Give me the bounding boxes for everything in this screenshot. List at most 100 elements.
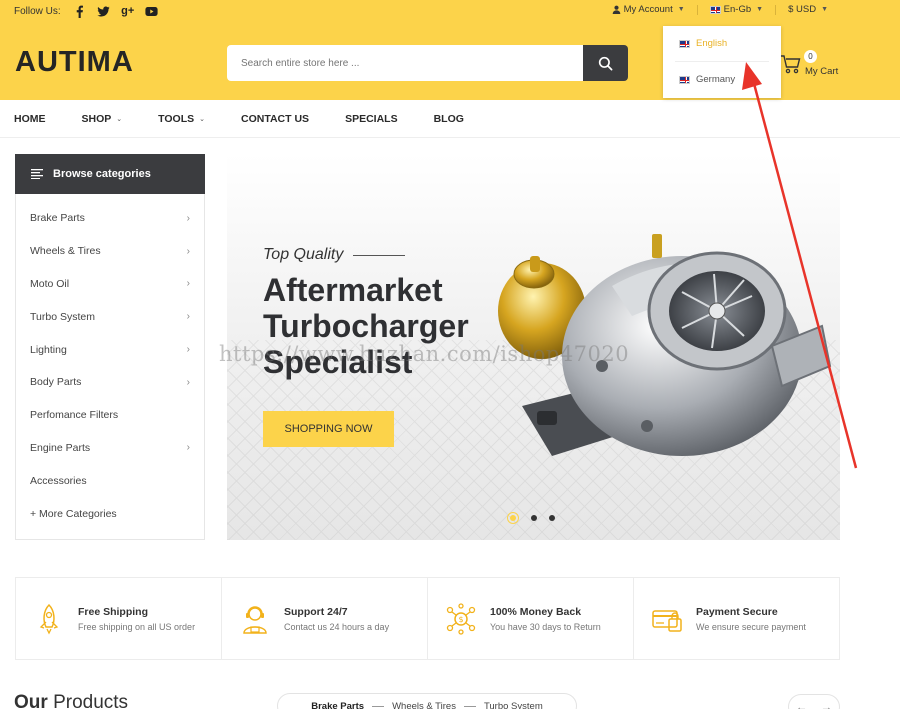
language-option-germany[interactable]: Germany	[679, 74, 735, 85]
top-bar: Follow Us: g+ My Account ▼ En-Gb ▼ $ USD…	[0, 0, 900, 22]
divider	[675, 61, 769, 62]
twitter-icon[interactable]	[97, 4, 111, 18]
search-icon	[598, 56, 613, 70]
cart-label: My Cart	[805, 66, 839, 77]
feature-item: Payment Secure We ensure secure payment	[634, 578, 839, 659]
language-option-english[interactable]: English	[679, 38, 727, 49]
chevron-down-icon: ⌄	[116, 115, 123, 123]
site-logo[interactable]: AUTIMA	[15, 46, 134, 79]
top-bar-right: My Account ▼ En-Gb ▼ $ USD ▼	[600, 4, 840, 15]
uk-flag-icon	[679, 39, 690, 48]
category-item[interactable]: Wheels & Tires ›	[16, 235, 204, 268]
category-item[interactable]: Lighting ›	[16, 333, 204, 366]
section-title-part: Products	[53, 692, 129, 709]
language-option-label: Germany	[696, 74, 736, 85]
feature-title: Free Shipping	[78, 605, 149, 618]
youtube-icon[interactable]	[145, 4, 159, 18]
tab-wheels-tires[interactable]: Wheels & Tires	[392, 701, 456, 709]
nav-item-blog[interactable]: BLOG	[434, 113, 464, 125]
category-label: Engine Parts	[30, 441, 91, 454]
feature-title: Payment Secure	[696, 605, 778, 618]
chevron-down-icon: ▼	[677, 6, 685, 13]
more-categories-link[interactable]: + More Categories	[16, 497, 204, 530]
feature-title: 100% Money Back	[490, 605, 582, 618]
mini-cart[interactable]: 0 My Cart	[780, 50, 850, 80]
arrow-left-icon[interactable]: ←	[796, 700, 808, 709]
chevron-right-icon: ›	[186, 278, 190, 290]
cart-count-badge: 0	[804, 50, 817, 63]
category-label: Brake Parts	[30, 212, 85, 225]
banner-kicker: Top Quality	[263, 246, 406, 264]
feature-subtitle: Free shipping on all US order	[78, 621, 196, 632]
facebook-icon[interactable]	[73, 4, 87, 18]
category-label: Accessories	[30, 474, 87, 487]
uk-flag-icon	[679, 75, 690, 84]
category-sidebar: Browse categories Brake Parts › Wheels & …	[15, 154, 205, 540]
category-item[interactable]: Perfomance Filters	[16, 399, 204, 432]
chevron-down-icon: ▼	[756, 6, 764, 13]
divider	[372, 705, 385, 707]
support-agent-icon	[243, 605, 267, 634]
search-bar	[227, 45, 628, 81]
chevron-down-icon: ⌄	[199, 115, 205, 123]
nav-item-label: HOME	[14, 112, 46, 125]
nav-item-home[interactable]: HOME	[14, 113, 46, 125]
tab-turbo-system[interactable]: Turbo System	[484, 701, 543, 709]
search-input[interactable]	[227, 45, 583, 81]
main-nav: HOME SHOP ⌄ TOOLS ⌄ CONTACT US SPECIALS BL…	[0, 100, 900, 138]
divider	[775, 4, 777, 15]
chevron-down-icon: ▼	[821, 6, 828, 13]
divider	[463, 705, 476, 707]
category-item[interactable]: Moto Oil ›	[16, 268, 204, 301]
category-item[interactable]: Turbo System ›	[16, 300, 204, 333]
feature-item: Support 24/7 Contact us 24 hours a day	[222, 578, 428, 659]
search-button[interactable]	[583, 45, 628, 81]
nav-item-specials[interactable]: SPECIALS	[345, 113, 398, 125]
google-plus-icon[interactable]: g+	[121, 4, 135, 18]
product-carousel-nav: ← →	[788, 694, 840, 709]
nav-item-label: TOOLS	[158, 112, 195, 125]
category-item[interactable]: Accessories	[16, 464, 204, 497]
currency-menu[interactable]: $ USD ▼	[776, 4, 840, 15]
category-label: Body Parts	[30, 376, 82, 389]
language-menu[interactable]: En-Gb ▼	[698, 4, 775, 15]
uk-flag-icon	[709, 5, 721, 14]
shopping-now-button[interactable]: SHOPPING NOW	[263, 411, 394, 447]
divider	[353, 254, 406, 256]
language-dropdown: English Germany	[663, 26, 781, 98]
nav-item-label: SHOP	[81, 112, 112, 125]
my-account-label: My Account	[623, 4, 673, 15]
slider-dot[interactable]	[531, 515, 537, 521]
chevron-right-icon: ›	[186, 442, 190, 454]
slider-dot[interactable]	[549, 515, 555, 521]
slider-dot-active[interactable]	[507, 512, 519, 524]
feature-subtitle: We ensure secure payment	[696, 621, 806, 632]
tab-brake-parts[interactable]: Brake Parts	[311, 701, 364, 709]
chevron-right-icon: ›	[186, 311, 190, 323]
secure-payment-icon	[652, 609, 682, 632]
category-label: Wheels & Tires	[30, 245, 101, 258]
category-label: Lighting	[30, 343, 67, 356]
category-label: Moto Oil	[30, 277, 70, 290]
menu-icon	[31, 169, 43, 179]
user-icon	[612, 5, 620, 14]
nav-item-label: CONTACT US	[241, 112, 310, 125]
my-account-menu[interactable]: My Account ▼	[600, 4, 697, 15]
cart-icon	[781, 55, 801, 74]
category-item[interactable]: Engine Parts ›	[16, 432, 204, 465]
arrow-right-icon[interactable]: →	[821, 700, 833, 709]
social-follow: Follow Us: g+	[14, 4, 159, 18]
section-title-part: Our	[14, 692, 48, 709]
browse-categories-header[interactable]: Browse categories	[15, 154, 205, 194]
svg-text:$: $	[458, 615, 463, 624]
features-bar: Free Shipping Free shipping on all US or…	[15, 577, 840, 660]
language-option-label: English	[696, 38, 728, 49]
nav-item-contact[interactable]: CONTACT US	[241, 113, 309, 125]
category-item[interactable]: Body Parts ›	[16, 366, 204, 399]
nav-item-shop[interactable]: SHOP ⌄	[82, 113, 123, 125]
category-item[interactable]: Brake Parts ›	[16, 202, 204, 235]
product-tabs: Brake Parts Wheels & Tires Turbo System	[277, 693, 577, 709]
nav-item-tools[interactable]: TOOLS ⌄	[158, 113, 205, 125]
section-title: Our Products	[14, 692, 128, 709]
chevron-right-icon: ›	[186, 344, 190, 356]
